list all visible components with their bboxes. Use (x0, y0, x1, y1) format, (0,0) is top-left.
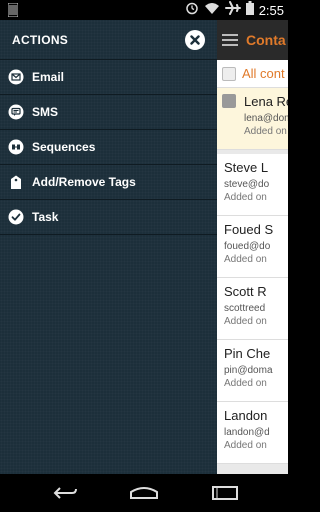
contact-added: Added on (224, 316, 267, 327)
drawer-item-task[interactable]: Task (0, 200, 217, 235)
home-button[interactable] (129, 483, 159, 503)
contact-name: Landon (224, 408, 268, 423)
contact-email: landon@d (224, 427, 270, 438)
status-bar: 2:55 (0, 0, 288, 20)
navigation-bar (0, 474, 288, 512)
drawer-title: ACTIONS (12, 32, 69, 47)
contact-added: Added on (224, 440, 267, 451)
wifi-icon (204, 1, 220, 20)
contact-row[interactable]: Landon landon@d Added on (216, 402, 288, 464)
page-title: Conta (246, 32, 286, 48)
recent-apps-icon (212, 486, 238, 500)
contact-checkbox[interactable] (222, 94, 236, 108)
actions-drawer: ACTIONS Email SMS Sequences Add/Remove T… (0, 20, 217, 474)
contact-name: Steve L (224, 160, 269, 175)
contact-name: Pin Che (224, 346, 271, 361)
contact-added: Added on (224, 254, 267, 265)
sms-icon (8, 104, 24, 120)
back-button[interactable] (50, 483, 80, 503)
email-icon (8, 69, 24, 85)
drawer-item-label: SMS (32, 105, 59, 119)
main-header: Conta (216, 20, 288, 60)
contact-list: Lena Re lena@dom Added on Steve L steve@… (216, 88, 288, 464)
contact-row[interactable]: Pin Che pin@doma Added on (216, 340, 288, 402)
alarm-icon (185, 1, 199, 20)
tag-icon (8, 174, 24, 190)
contacts-page: Conta All cont Lena Re lena@dom Added on… (216, 20, 288, 474)
contact-row[interactable]: Steve L steve@do Added on (216, 154, 288, 216)
drawer-item-label: Sequences (32, 140, 96, 154)
contact-row[interactable]: Lena Re lena@dom Added on (216, 88, 288, 150)
notification-icon (7, 2, 19, 18)
home-icon (130, 487, 158, 499)
contact-email: scottreed (224, 303, 266, 314)
battery-icon (245, 0, 254, 20)
drawer-header: ACTIONS (0, 20, 217, 60)
drawer-item-label: Add/Remove Tags (32, 175, 136, 189)
contact-added: Added on (224, 378, 267, 389)
close-icon (190, 34, 200, 45)
contact-name: Lena Re (244, 94, 288, 109)
recent-apps-button[interactable] (210, 483, 240, 503)
contact-added: Added on (244, 126, 287, 137)
task-check-icon (8, 209, 24, 225)
menu-icon[interactable] (222, 31, 238, 49)
contact-name: Foued S (224, 222, 274, 237)
contact-email: foued@do (224, 241, 271, 252)
drawer-item-email[interactable]: Email (0, 60, 217, 95)
drawer-item-sms[interactable]: SMS (0, 95, 217, 130)
back-icon (53, 487, 77, 499)
airplane-icon (224, 0, 241, 20)
sequences-icon (8, 139, 24, 155)
filter-label[interactable]: All cont (242, 66, 285, 81)
contact-name: Scott R (224, 284, 267, 299)
contact-added: Added on (224, 192, 267, 203)
contact-row[interactable]: Foued S foued@do Added on (216, 216, 288, 278)
select-all-checkbox[interactable] (222, 66, 236, 81)
close-drawer-button[interactable] (185, 29, 205, 50)
drawer-item-tags[interactable]: Add/Remove Tags (0, 165, 217, 200)
contact-email: steve@do (224, 179, 270, 190)
drawer-item-label: Email (32, 70, 65, 84)
filter-row[interactable]: All cont (216, 60, 288, 88)
drawer-item-sequences[interactable]: Sequences (0, 130, 217, 165)
contact-row[interactable]: Scott R scottreed Added on (216, 278, 288, 340)
contact-email: lena@dom (244, 113, 288, 124)
contact-email: pin@doma (224, 365, 273, 376)
status-time: 2:55 (258, 2, 284, 18)
drawer-item-label: Task (32, 210, 59, 224)
